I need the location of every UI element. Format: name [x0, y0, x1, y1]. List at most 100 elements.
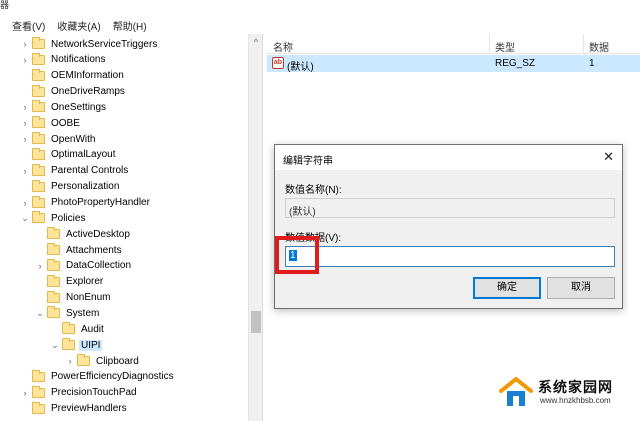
- tree-item[interactable]: › PrecisionTouchPad: [20, 385, 139, 401]
- tree-item[interactable]: › DataCollection: [35, 258, 133, 274]
- tree-item[interactable]: › PhotoPropertyHandler: [20, 195, 152, 211]
- tree-item[interactable]: › Parental Controls: [20, 163, 130, 179]
- tree-item-label: PrecisionTouchPad: [51, 387, 137, 399]
- chevron-right-icon[interactable]: ›: [20, 131, 30, 147]
- highlight-annotation-box: [275, 236, 319, 274]
- folder-icon: [32, 100, 45, 113]
- tree-item-label: Clipboard: [96, 355, 139, 367]
- tree-item-label: Personalization: [51, 181, 120, 193]
- tree-item-label: ActiveDesktop: [66, 228, 130, 240]
- tree-item-label: Parental Controls: [51, 165, 129, 177]
- tree-item[interactable]: Personalization: [20, 179, 121, 195]
- string-value-icon: ab: [272, 57, 284, 69]
- chevron-right-icon[interactable]: ›: [20, 163, 30, 179]
- tree-item[interactable]: › Clipboard: [65, 353, 141, 369]
- folder-icon: [47, 243, 60, 256]
- tree-item[interactable]: Audit: [50, 321, 106, 337]
- folder-icon: [32, 385, 45, 398]
- chevron-right-icon[interactable]: ›: [20, 52, 30, 68]
- tree-item[interactable]: Explorer: [35, 274, 105, 290]
- tree-item[interactable]: › OneSettings: [20, 99, 108, 115]
- tree-item[interactable]: › OpenWith: [20, 131, 97, 147]
- tree-item[interactable]: OEMInformation: [20, 68, 126, 84]
- house-logo-icon: [499, 377, 533, 406]
- column-divider[interactable]: [489, 34, 490, 54]
- tree-item[interactable]: OneDriveRamps: [20, 84, 127, 100]
- tree-item[interactable]: OptimalLayout: [20, 147, 117, 163]
- tree-item[interactable]: NonEnum: [35, 290, 112, 306]
- tree-item[interactable]: ⌄ UIPI: [50, 337, 103, 353]
- tree-item-label: Explorer: [66, 276, 104, 288]
- close-icon[interactable]: ✕: [603, 150, 614, 164]
- tree-item[interactable]: PowerEfficiencyDiagnostics: [20, 369, 176, 385]
- folder-icon: [32, 147, 45, 160]
- tree-item[interactable]: ActiveDesktop: [35, 226, 132, 242]
- folder-icon: [32, 52, 45, 65]
- menu-view[interactable]: 查看(V): [12, 18, 45, 33]
- chevron-right-icon[interactable]: ›: [20, 385, 30, 401]
- tree-item-label: OEMInformation: [51, 70, 124, 82]
- value-row-default[interactable]: ab (默认) REG_SZ 1: [267, 55, 640, 73]
- tree-item-label: OptimalLayout: [51, 149, 116, 161]
- ok-button[interactable]: 确定: [473, 277, 541, 299]
- watermark: 系统家园网 www.hnzkhbsb.com: [498, 374, 638, 414]
- folder-icon: [77, 354, 90, 366]
- tree-item-label: Policies: [51, 212, 86, 224]
- tree-item-label: Attachments: [66, 244, 122, 256]
- chevron-down-icon[interactable]: ⌄: [50, 337, 60, 353]
- chevron-right-icon[interactable]: ›: [20, 115, 30, 131]
- chevron-down-icon[interactable]: ⌄: [35, 305, 45, 321]
- column-name-header[interactable]: 名称: [273, 39, 293, 54]
- scroll-up-icon[interactable]: ^: [249, 36, 263, 48]
- tree-item-label: PowerEfficiencyDiagnostics: [51, 371, 174, 383]
- column-type-header[interactable]: 类型: [495, 39, 515, 54]
- tree-item[interactable]: ⌄ System: [35, 305, 101, 321]
- menu-favorites[interactable]: 收藏夹(A): [57, 18, 100, 33]
- value-data: 1: [589, 58, 595, 69]
- cancel-button[interactable]: 取消: [547, 277, 615, 299]
- tree-connector: [20, 369, 30, 385]
- tree-connector: [20, 84, 30, 100]
- watermark-url: www.hnzkhbsb.com: [540, 396, 611, 405]
- tree-connector: [50, 321, 60, 337]
- dialog-titlebar[interactable]: 编辑字符串 ✕: [275, 145, 622, 170]
- tree-item-label: OpenWith: [51, 133, 96, 145]
- folder-icon: [32, 37, 45, 49]
- folder-icon: [47, 274, 60, 287]
- tree-item-label: DataCollection: [66, 260, 132, 272]
- tree-item[interactable]: › Notifications: [20, 52, 107, 68]
- tree-item[interactable]: ⌄ Policies: [20, 210, 87, 226]
- chevron-down-icon[interactable]: ⌄: [20, 210, 30, 226]
- tree-item[interactable]: Attachments: [35, 242, 124, 258]
- folder-icon: [62, 338, 75, 351]
- edit-string-dialog: 编辑字符串 ✕ 数值名称(N): (默认) 数值数据(V): 1 确定 取消: [274, 144, 623, 309]
- chevron-right-icon[interactable]: ›: [35, 258, 45, 274]
- tree-item-label: Audit: [81, 323, 104, 335]
- chevron-right-icon[interactable]: ›: [20, 36, 30, 52]
- tree-item-label: OOBE: [51, 117, 80, 129]
- folder-icon: [62, 322, 75, 335]
- folder-icon: [32, 68, 45, 81]
- tree-connector: [20, 401, 30, 417]
- tree-scrollbar[interactable]: ^: [248, 34, 262, 421]
- value-data-input[interactable]: 1: [285, 246, 615, 267]
- list-header: 名称 类型 数据: [267, 34, 640, 54]
- scrollbar-thumb[interactable]: [251, 311, 261, 333]
- menu-help[interactable]: 帮助(H): [113, 18, 147, 33]
- folder-icon: [47, 227, 60, 240]
- column-divider[interactable]: [583, 34, 584, 54]
- chevron-right-icon[interactable]: ›: [20, 195, 30, 211]
- value-type: REG_SZ: [495, 58, 536, 69]
- tree-item[interactable]: › NetworkServiceTriggers: [20, 36, 159, 52]
- folder-icon: [32, 401, 45, 414]
- column-data-header[interactable]: 数据: [589, 39, 609, 54]
- tree-connector: [20, 147, 30, 163]
- tree-item-label: NonEnum: [66, 292, 111, 304]
- tree-item[interactable]: PreviewHandlers: [20, 401, 129, 417]
- value-name-label: 数值名称(N):: [285, 185, 342, 196]
- chevron-right-icon[interactable]: ›: [20, 99, 30, 115]
- tree-item[interactable]: › OOBE: [20, 115, 82, 131]
- chevron-right-icon[interactable]: ›: [65, 353, 75, 369]
- tree-item-label: PreviewHandlers: [51, 403, 127, 415]
- registry-tree: › NetworkServiceTriggers › Notifications OEM…: [0, 34, 248, 421]
